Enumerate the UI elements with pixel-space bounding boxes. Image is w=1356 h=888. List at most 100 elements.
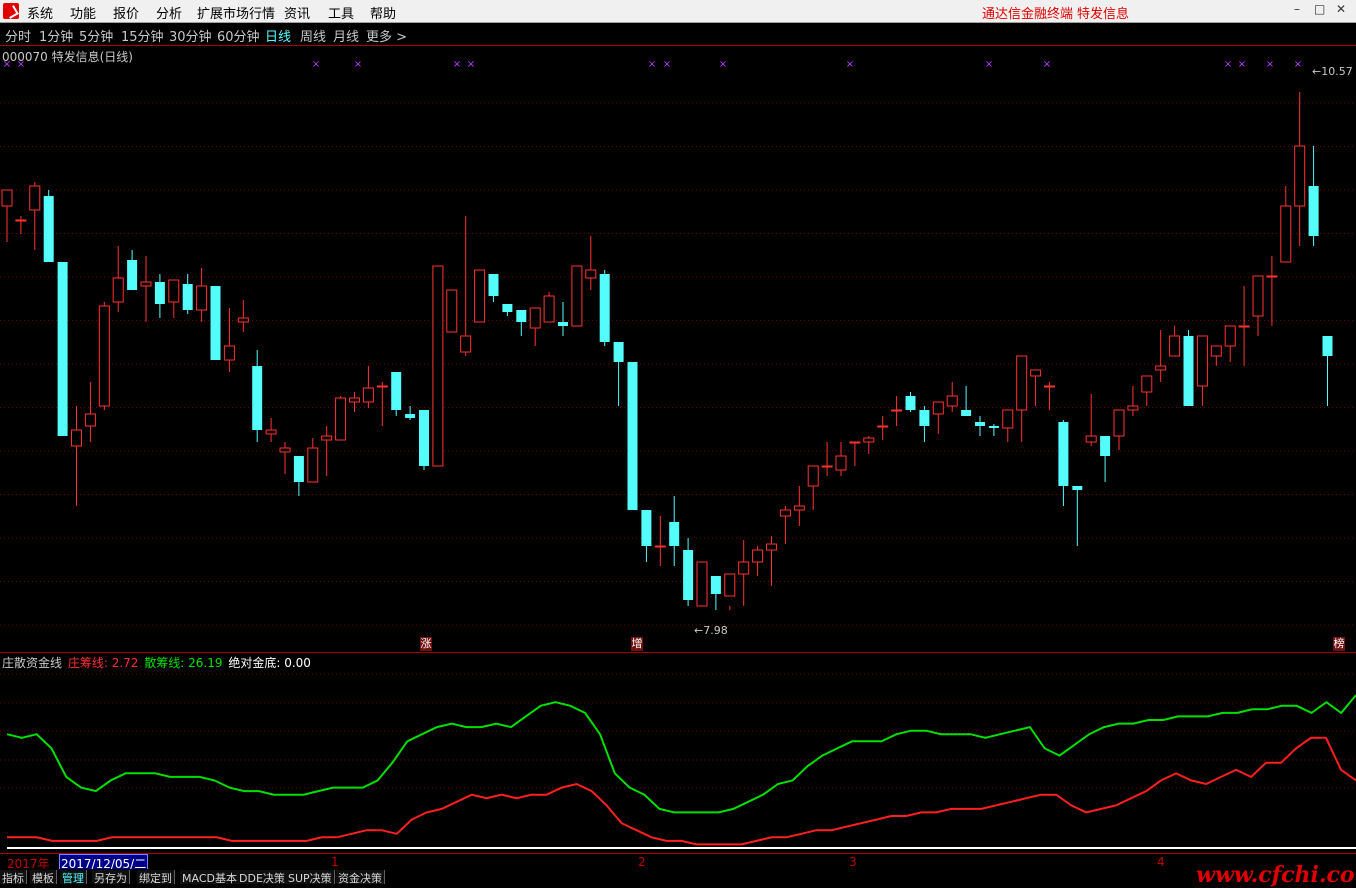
candle-body xyxy=(1113,409,1125,437)
period-1min[interactable]: 1分钟 xyxy=(39,26,73,45)
candle-body xyxy=(1085,435,1097,443)
signal-mark: × xyxy=(17,59,25,70)
period-5min[interactable]: 5分钟 xyxy=(79,26,113,45)
month-tick-1: 1 xyxy=(331,855,339,869)
signal-mark: × xyxy=(663,59,671,70)
candle-body xyxy=(252,366,263,430)
candle-body xyxy=(98,305,110,407)
candle-body xyxy=(1280,205,1292,263)
event-marker-zhang[interactable]: 涨 xyxy=(420,637,432,651)
signal-mark: × xyxy=(719,59,727,70)
candle-body xyxy=(15,219,27,222)
restore-icon[interactable]: □ xyxy=(1314,2,1328,16)
signal-mark: × xyxy=(1043,59,1051,70)
menu-quote[interactable]: 报价 xyxy=(113,3,139,22)
brand-terminal-name: 通达信金融终端 xyxy=(982,7,1074,22)
candle-body xyxy=(752,549,764,563)
period-15min[interactable]: 15分钟 xyxy=(121,26,164,45)
low-price-label: ←7.98 xyxy=(694,624,728,637)
menu-analysis[interactable]: 分析 xyxy=(156,3,182,22)
candle-body xyxy=(84,413,96,427)
candle-body xyxy=(265,429,277,435)
candle-body xyxy=(905,396,916,410)
period-monthly[interactable]: 月线 xyxy=(333,26,359,45)
signal-mark: × xyxy=(648,59,656,70)
candle-body xyxy=(321,435,333,441)
candle-body xyxy=(1294,145,1306,207)
menu-system[interactable]: 系统 xyxy=(27,3,53,22)
candle-body xyxy=(766,543,777,551)
menu-extended-market[interactable]: 扩展市场行情 xyxy=(197,3,275,22)
candle-body xyxy=(376,385,388,388)
period-daily[interactable]: 日线 xyxy=(265,26,291,45)
candle-body xyxy=(516,310,527,322)
candle-body xyxy=(1266,275,1278,278)
candle-body xyxy=(683,550,694,600)
candle-body xyxy=(223,345,235,361)
candle-body xyxy=(932,401,944,415)
brand-stock-name: 特发信息 xyxy=(1077,7,1130,22)
menu-help[interactable]: 帮助 xyxy=(370,3,396,22)
period-60min[interactable]: 60分钟 xyxy=(217,26,260,45)
signal-mark: × xyxy=(467,59,475,70)
tab-save-as[interactable]: 另存为 xyxy=(92,870,130,885)
tab-sup-decision[interactable]: SUP决策 xyxy=(286,870,335,885)
period-more[interactable]: 更多 > xyxy=(366,26,407,45)
candle-body xyxy=(849,441,861,444)
signal-mark: × xyxy=(3,59,11,70)
signal-mark: × xyxy=(1266,59,1274,70)
candle-body xyxy=(863,437,875,443)
tab-template[interactable]: 模板 xyxy=(30,870,57,885)
candle-body xyxy=(1224,325,1236,347)
menu-bar: 系统 功能 报价 分析 扩展市场行情 资讯 工具 帮助 通达信金融终端 特发信息… xyxy=(0,0,1356,23)
menu-function[interactable]: 功能 xyxy=(70,3,96,22)
bottom-tab-bar: 指标 模板 管理 另存为 绑定到 MACD基本 DDE决策 SUP决策 资金决策 xyxy=(0,869,1356,885)
candle-body xyxy=(446,289,458,333)
menu-news[interactable]: 资讯 xyxy=(284,3,310,22)
tab-manage[interactable]: 管理 xyxy=(60,870,87,885)
period-weekly[interactable]: 周线 xyxy=(300,26,326,45)
candle-body xyxy=(558,322,568,326)
zhuang-line xyxy=(7,736,1356,846)
candle-body xyxy=(988,426,999,428)
candle-body xyxy=(279,447,291,453)
candle-body xyxy=(835,455,847,471)
candle-body xyxy=(946,395,958,407)
candle-body xyxy=(529,307,541,329)
candle-body xyxy=(432,265,444,467)
candle-body xyxy=(168,279,180,303)
signal-mark: × xyxy=(453,59,461,70)
candle-body xyxy=(1252,275,1264,317)
candle-body xyxy=(696,561,708,607)
indicator-chart[interactable] xyxy=(0,668,1356,852)
candlestick-chart[interactable]: × × × × × × × × × × × × × × × × ←10.57 ←7.98 xyxy=(0,46,1356,652)
event-marker-bang[interactable]: 榜 xyxy=(1333,637,1345,651)
close-icon[interactable]: ✕ xyxy=(1336,2,1350,16)
menu-tools[interactable]: 工具 xyxy=(328,3,354,22)
tab-bind-to[interactable]: 绑定到 xyxy=(137,870,175,885)
date-axis: 2017年 2017/12/05/二 1 2 3 4 xyxy=(0,853,1356,873)
candle-body xyxy=(1,189,13,207)
candle-body xyxy=(1169,335,1181,357)
candle-body xyxy=(543,295,555,323)
minimize-icon[interactable]: – xyxy=(1294,2,1308,16)
candle-body xyxy=(669,522,680,546)
candle-body xyxy=(335,397,347,441)
candle-body xyxy=(154,282,165,304)
period-tick[interactable]: 分时 xyxy=(5,26,31,45)
candle-body xyxy=(1141,375,1153,393)
candle-body xyxy=(919,410,930,426)
tab-indicator[interactable]: 指标 xyxy=(0,870,27,885)
tab-macd-basic[interactable]: MACD基本 xyxy=(180,870,240,885)
candle-body xyxy=(891,409,903,412)
signal-mark: × xyxy=(846,59,854,70)
candle-body xyxy=(779,509,791,517)
period-30min[interactable]: 30分钟 xyxy=(169,26,212,45)
tab-fund-decision[interactable]: 资金决策 xyxy=(336,870,385,885)
month-tick-3: 3 xyxy=(849,855,857,869)
event-marker-zeng[interactable]: 增 xyxy=(631,637,643,651)
tab-dde-decision[interactable]: DDE决策 xyxy=(237,870,288,885)
watermark: www.cfchi.com xyxy=(1196,862,1356,888)
candle-body xyxy=(613,342,624,362)
candle-body xyxy=(724,573,736,597)
